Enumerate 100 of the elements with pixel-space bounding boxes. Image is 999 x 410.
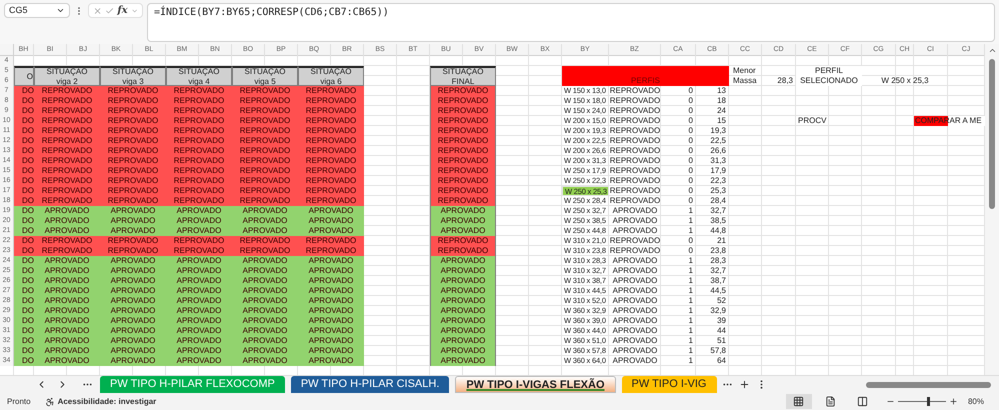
table-cell: 64 (696, 356, 729, 366)
table-cell: DO (14, 246, 34, 256)
table-cell: APROVADO (609, 266, 661, 276)
table-cell: REPROVADO (100, 126, 166, 136)
sheet-tab[interactable]: PW TIPO H-PILAR FLEXOCOMP (100, 376, 285, 393)
table-cell: APROVADO (100, 226, 166, 236)
table-cell: APROVADO (166, 266, 232, 276)
table-cell: REPROVADO (100, 116, 166, 126)
table-cell: REPROVADO (166, 246, 232, 256)
table-cell: REPROVADO (232, 156, 298, 166)
table-cell: 0 (661, 196, 696, 206)
table-cell: 1 (661, 296, 696, 306)
table-cell: REPROVADO (100, 196, 166, 206)
table-cell: 1 (661, 276, 696, 286)
table-cell: REPROVADO (34, 86, 100, 96)
table-cell: REPROVADO (298, 106, 364, 116)
table-cell: REPROVADO (166, 236, 232, 246)
table-cell: APROVADO (430, 286, 496, 296)
column-heading: O (14, 66, 34, 86)
add-sheet-icon[interactable] (738, 379, 750, 390)
table-cell: REPROVADO (609, 246, 661, 256)
insert-function-button[interactable]: fx (117, 3, 128, 18)
table-cell: 1 (661, 226, 696, 236)
table-cell: DO (14, 106, 34, 116)
table-cell: 0 (661, 136, 696, 146)
table-cell: 52 (696, 296, 729, 306)
table-cell: 0 (661, 116, 696, 126)
table-cell: REPROVADO (298, 186, 364, 196)
scroll-up-icon[interactable] (988, 46, 996, 55)
table-cell: DO (14, 346, 34, 356)
table-cell: 38,5 (696, 216, 729, 226)
table-cell: REPROVADO (298, 246, 364, 256)
scroll-thumb[interactable] (866, 382, 991, 388)
table-cell: APROVADO (34, 206, 100, 216)
table-cell: 21 (696, 236, 729, 246)
table-cell: APROVADO (34, 316, 100, 326)
vertical-scrollbar[interactable] (985, 44, 999, 375)
table-cell: 0 (661, 236, 696, 246)
accessibility-status[interactable]: Acessibilidade: investigar (58, 396, 156, 408)
table-cell: APROVADO (34, 256, 100, 266)
table-cell: REPROVADO (232, 246, 298, 256)
zoom-in-icon[interactable] (948, 397, 958, 406)
table-cell: APROVADO (609, 316, 661, 326)
table-cell: 0 (661, 246, 696, 256)
table-cell: 1 (661, 306, 696, 316)
table-cell: APROVADO (298, 326, 364, 336)
table-cell: APROVADO (298, 306, 364, 316)
table-cell: APROVADO (232, 256, 298, 266)
table-cell: APROVADO (298, 346, 364, 356)
table-cell: APROVADO (430, 216, 496, 226)
table-cell: 24 (696, 106, 729, 116)
table-cell: REPROVADO (166, 196, 232, 206)
table-cell: REPROVADO (100, 146, 166, 156)
table-cell: REPROVADO (34, 106, 100, 116)
sheet-tab[interactable]: PW TIPO I-VIGAS FLEXÃO (455, 376, 616, 393)
text-label: Massa (732, 76, 758, 86)
slider-thumb[interactable] (926, 397, 930, 406)
selected-profile-value: W 250 x 25,3 (880, 76, 930, 86)
view-button[interactable] (786, 394, 812, 409)
table-cell: REPROVADO (609, 156, 661, 166)
name-box[interactable]: CG5 (4, 3, 70, 18)
check-icon[interactable] (105, 6, 114, 16)
scroll-thumb[interactable] (989, 59, 995, 209)
table-cell: REPROVADO (298, 156, 364, 166)
table-cell: APROVADO (232, 226, 298, 236)
table-cell: REPROVADO (430, 236, 496, 246)
table-cell: APROVADO (232, 286, 298, 296)
table-cell: REPROVADO (430, 106, 496, 116)
table-cell: DO (14, 336, 34, 346)
dropdown-icon (56, 6, 65, 15)
table-cell: APROVADO (609, 346, 661, 356)
sheet-tab[interactable]: PW TIPO I-VIG (622, 376, 716, 393)
table-cell: 44 (696, 326, 729, 336)
table-cell: DO (14, 126, 34, 136)
table-cell: APROVADO (232, 326, 298, 336)
table-cell: 51 (696, 336, 729, 346)
table-cell: 32,7 (696, 206, 729, 216)
table-cell: DO (14, 146, 34, 156)
zoom-slider[interactable] (898, 397, 946, 406)
table-cell: APROVADO (430, 206, 496, 216)
table-cell: REPROVADO (298, 196, 364, 206)
table-cell: DO (14, 316, 34, 326)
table-cell: APROVADO (100, 216, 166, 226)
table-cell: REPROVADO (166, 136, 232, 146)
table-cell: REPROVADO (166, 96, 232, 106)
table-cell: REPROVADO (100, 96, 166, 106)
text-label: PERFIL SELECIONADO (796, 66, 862, 86)
grid-icon (793, 396, 804, 407)
table-cell: REPROVADO (430, 86, 496, 96)
table-cell: DO (14, 186, 34, 196)
formula-input[interactable]: =ÍNDICE(BY7:BY65;CORRESP(CD6;CB7:CB65)) (147, 3, 995, 42)
table-cell: REPROVADO (430, 246, 496, 256)
table-cell: 32,7 (696, 266, 729, 276)
table-cell: 1 (661, 356, 696, 366)
table-cell: APROVADO (232, 296, 298, 306)
table-cell: REPROVADO (232, 186, 298, 196)
sheet-tab[interactable]: PW TIPO H-PILAR CISALH. (290, 376, 450, 393)
table-cell: REPROVADO (34, 166, 100, 176)
zoom-level[interactable]: 80% (968, 396, 984, 408)
accessibility-icon[interactable] (44, 396, 55, 406)
